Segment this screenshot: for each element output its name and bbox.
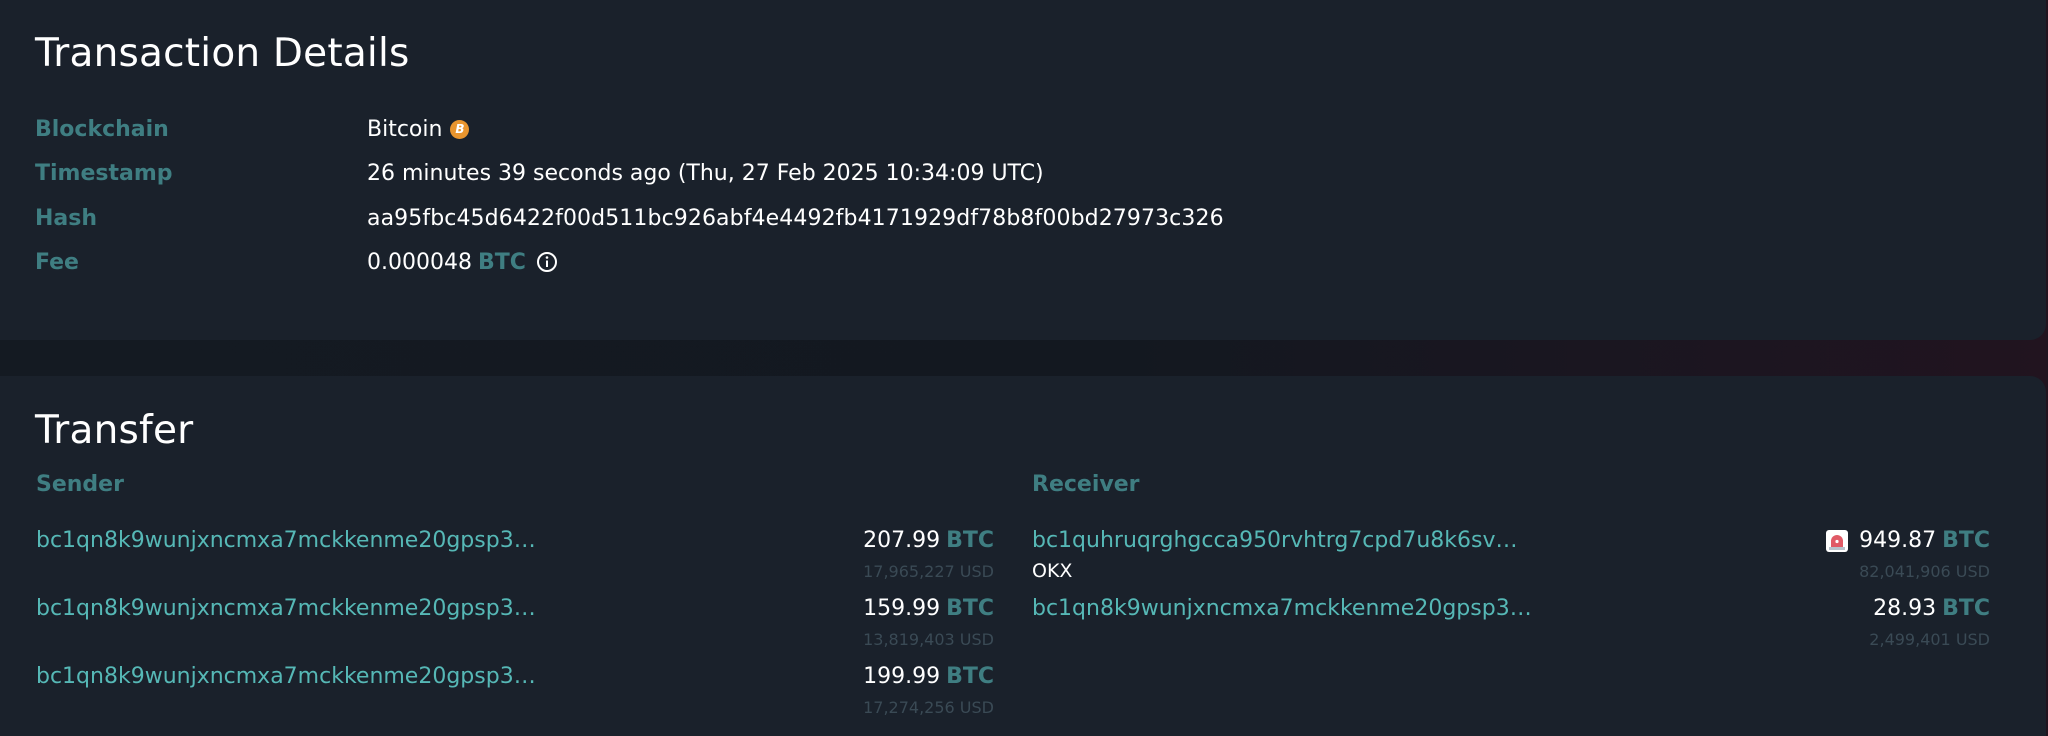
timestamp-value: 26 minutes 39 seconds ago (Thu, 27 Feb 2… [367, 160, 1044, 186]
amount-unit: BTC [946, 528, 994, 553]
receiver-amount: 949.87 BTC [1825, 528, 1990, 553]
amount-unit: BTC [1942, 596, 1990, 621]
timestamp-label: Timestamp [35, 160, 173, 186]
sender-amount: 159.99 BTC [863, 596, 994, 621]
sender-entry: bc1qn8k9wunjxncmxa7mckkenme20gpsp3… 159.… [36, 596, 994, 656]
hash-link[interactable]: aa95fbc45d6422f00d511bc926abf4e4492fb417… [367, 206, 1224, 231]
transfer-title: Transfer [35, 408, 194, 453]
sender-amount: 207.99 BTC [863, 528, 994, 553]
sender-address-link[interactable]: bc1qn8k9wunjxncmxa7mckkenme20gpsp3… [36, 596, 536, 621]
sender-entry: bc1qn8k9wunjxncmxa7mckkenme20gpsp3… 199.… [36, 664, 994, 724]
hash-label: Hash [35, 205, 98, 231]
blockchain-value: Bitcoin B [367, 116, 470, 142]
amount-unit: BTC [946, 596, 994, 621]
usd-value: 82,041,906 USD [1859, 562, 1990, 581]
usd-value: 17,965,227 USD [863, 562, 994, 581]
receiver-address-link[interactable]: bc1quhruqrghgcca950rvhtrg7cpd7u8k6sv… [1032, 528, 1518, 553]
info-icon[interactable] [536, 251, 558, 273]
receiver-entry: bc1qn8k9wunjxncmxa7mckkenme20gpsp3… 28.9… [1032, 596, 1990, 656]
transfer-panel: Transfer Sender bc1qn8k9wunjxncmxa7mckke… [0, 376, 2046, 736]
bitcoin-icon: B [450, 119, 470, 139]
receiver-amount: 28.93 BTC [1873, 596, 1990, 621]
timestamp-row: Timestamp 26 minutes 39 seconds ago (Thu… [35, 158, 1044, 188]
fee-unit: BTC [477, 249, 526, 275]
amount-unit: BTC [1942, 528, 1990, 553]
receiver-address-link[interactable]: bc1qn8k9wunjxncmxa7mckkenme20gpsp3… [1032, 596, 1532, 621]
amount-value: 199.99 [863, 664, 941, 689]
fee-row: Fee 0.000048 BTC [35, 247, 558, 277]
usd-value: 13,819,403 USD [863, 630, 994, 649]
amount-value: 28.93 [1873, 596, 1937, 621]
siren-icon [1825, 529, 1849, 553]
receiver-entry: bc1quhruqrghgcca950rvhtrg7cpd7u8k6sv… OK… [1032, 528, 1990, 588]
fee-label: Fee [35, 249, 79, 275]
sender-amount: 199.99 BTC [863, 664, 994, 689]
fee-value: 0.000048 BTC [367, 250, 558, 275]
hash-row: Hash aa95fbc45d6422f00d511bc926abf4e4492… [35, 203, 1224, 233]
blockchain-row: Blockchain Bitcoin B [35, 114, 470, 144]
sender-address-link[interactable]: bc1qn8k9wunjxncmxa7mckkenme20gpsp3… [36, 528, 536, 553]
amount-unit: BTC [946, 664, 994, 689]
amount-value: 949.87 [1859, 528, 1937, 553]
usd-value: 17,274,256 USD [863, 698, 994, 717]
blockchain-name: Bitcoin [367, 116, 443, 142]
usd-value: 2,499,401 USD [1869, 630, 1990, 649]
fee-amount: 0.000048 [367, 249, 472, 275]
entity-tag: OKX [1032, 560, 1073, 582]
blockchain-label: Blockchain [35, 116, 169, 142]
amount-value: 207.99 [863, 528, 941, 553]
sender-address-link[interactable]: bc1qn8k9wunjxncmxa7mckkenme20gpsp3… [36, 664, 536, 689]
sender-heading: Sender [36, 472, 124, 497]
amount-value: 159.99 [863, 596, 941, 621]
page-title: Transaction Details [35, 31, 410, 76]
sender-entry: bc1qn8k9wunjxncmxa7mckkenme20gpsp3… 207.… [36, 528, 994, 588]
transaction-details-panel: Transaction Details Blockchain Bitcoin B… [0, 0, 2046, 340]
receiver-heading: Receiver [1032, 472, 1140, 497]
